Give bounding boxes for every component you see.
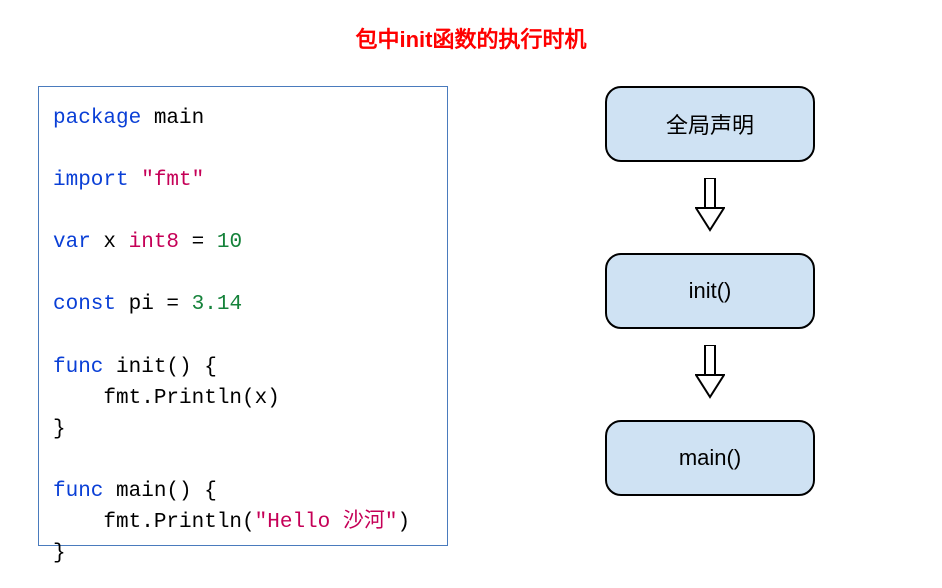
code-number: 10 — [217, 231, 242, 254]
code-text: main() { — [103, 480, 216, 503]
code-text: pi = — [116, 293, 192, 316]
code-string: "Hello 沙河" — [255, 511, 398, 534]
code-number: 3.14 — [192, 293, 242, 316]
code-keyword: package — [53, 107, 141, 130]
code-text: } — [53, 542, 66, 565]
diagram-title: 包中init函数的执行时机 — [0, 22, 942, 54]
code-keyword: func — [53, 480, 103, 503]
arrow-down-icon — [695, 345, 725, 404]
code-text: init() { — [103, 356, 216, 379]
code-keyword: import — [53, 169, 129, 192]
code-keyword: const — [53, 293, 116, 316]
code-keyword: func — [53, 356, 103, 379]
flow-node-global: 全局声明 — [605, 86, 815, 162]
code-type: int8 — [129, 231, 179, 254]
code-text: fmt.Println( — [53, 511, 255, 534]
code-string: "fmt" — [129, 169, 205, 192]
flow-column: 全局声明 init() main() — [560, 86, 860, 496]
code-text: ) — [397, 511, 410, 534]
code-ident: main — [141, 107, 204, 130]
code-text: = — [179, 231, 217, 254]
flow-node-main: main() — [605, 420, 815, 496]
flow-node-init: init() — [605, 253, 815, 329]
arrow-down-icon — [695, 178, 725, 237]
code-text: } — [53, 418, 66, 441]
code-text: x — [91, 231, 129, 254]
code-text: fmt.Println(x) — [53, 387, 280, 410]
code-keyword: var — [53, 231, 91, 254]
code-block: package main import "fmt" var x int8 = 1… — [38, 86, 448, 546]
